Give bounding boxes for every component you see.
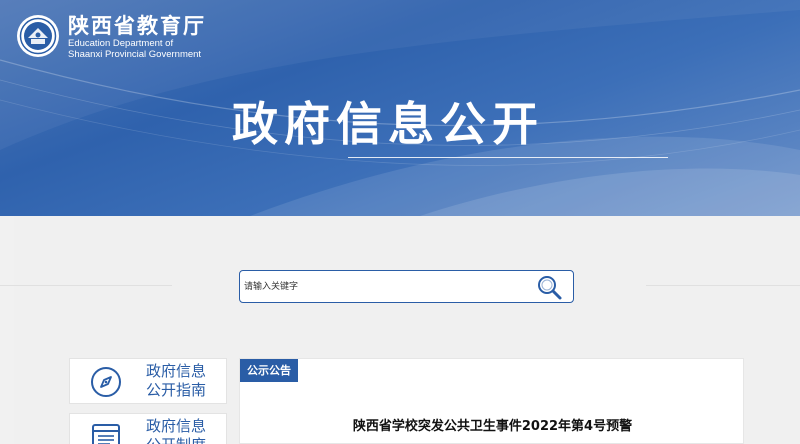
header-banner: 陕西省教育厅 Education Department of Shaanxi P… — [0, 0, 800, 216]
sidebar-item-label-line2: 公开制度 — [128, 436, 224, 444]
sidebar-item-label-line2: 公开指南 — [145, 381, 206, 399]
org-name-en-line2: Shaanxi Provincial Government — [68, 49, 202, 60]
compass-icon — [91, 367, 121, 397]
sidebar-item-label-line1: 政府信息 — [145, 417, 206, 435]
org-name-cn: 陕西省教育厅 — [68, 14, 206, 38]
announcements-panel: 公示公告 陕西省学校突发公共卫生事件2022年第4号预警 — [239, 358, 744, 444]
divider-left — [0, 285, 172, 286]
page-title: 政府信息公开 — [232, 97, 544, 151]
title-underline — [348, 157, 668, 158]
document-list-icon — [92, 424, 120, 444]
org-name-en-line1: Education Department of — [68, 38, 174, 49]
sidebar-item-disclosure-guide[interactable]: 政府信息 公开指南 — [69, 358, 227, 404]
search-input[interactable] — [244, 277, 524, 297]
tab-announcements[interactable]: 公示公告 — [240, 359, 298, 382]
divider-right — [646, 285, 800, 286]
search-bar — [239, 270, 574, 303]
site-logo[interactable]: 陕西省教育厅 Education Department of Shaanxi P… — [16, 14, 206, 60]
article-title-link[interactable]: 陕西省学校突发公共卫生事件2022年第4号预警 — [240, 415, 745, 434]
edu-emblem-icon — [17, 15, 59, 57]
search-icon[interactable] — [535, 273, 565, 302]
sidebar-item-disclosure-rules[interactable]: 政府信息 公开制度 — [69, 413, 227, 444]
sidebar-item-label-line1: 政府信息 — [145, 362, 206, 380]
